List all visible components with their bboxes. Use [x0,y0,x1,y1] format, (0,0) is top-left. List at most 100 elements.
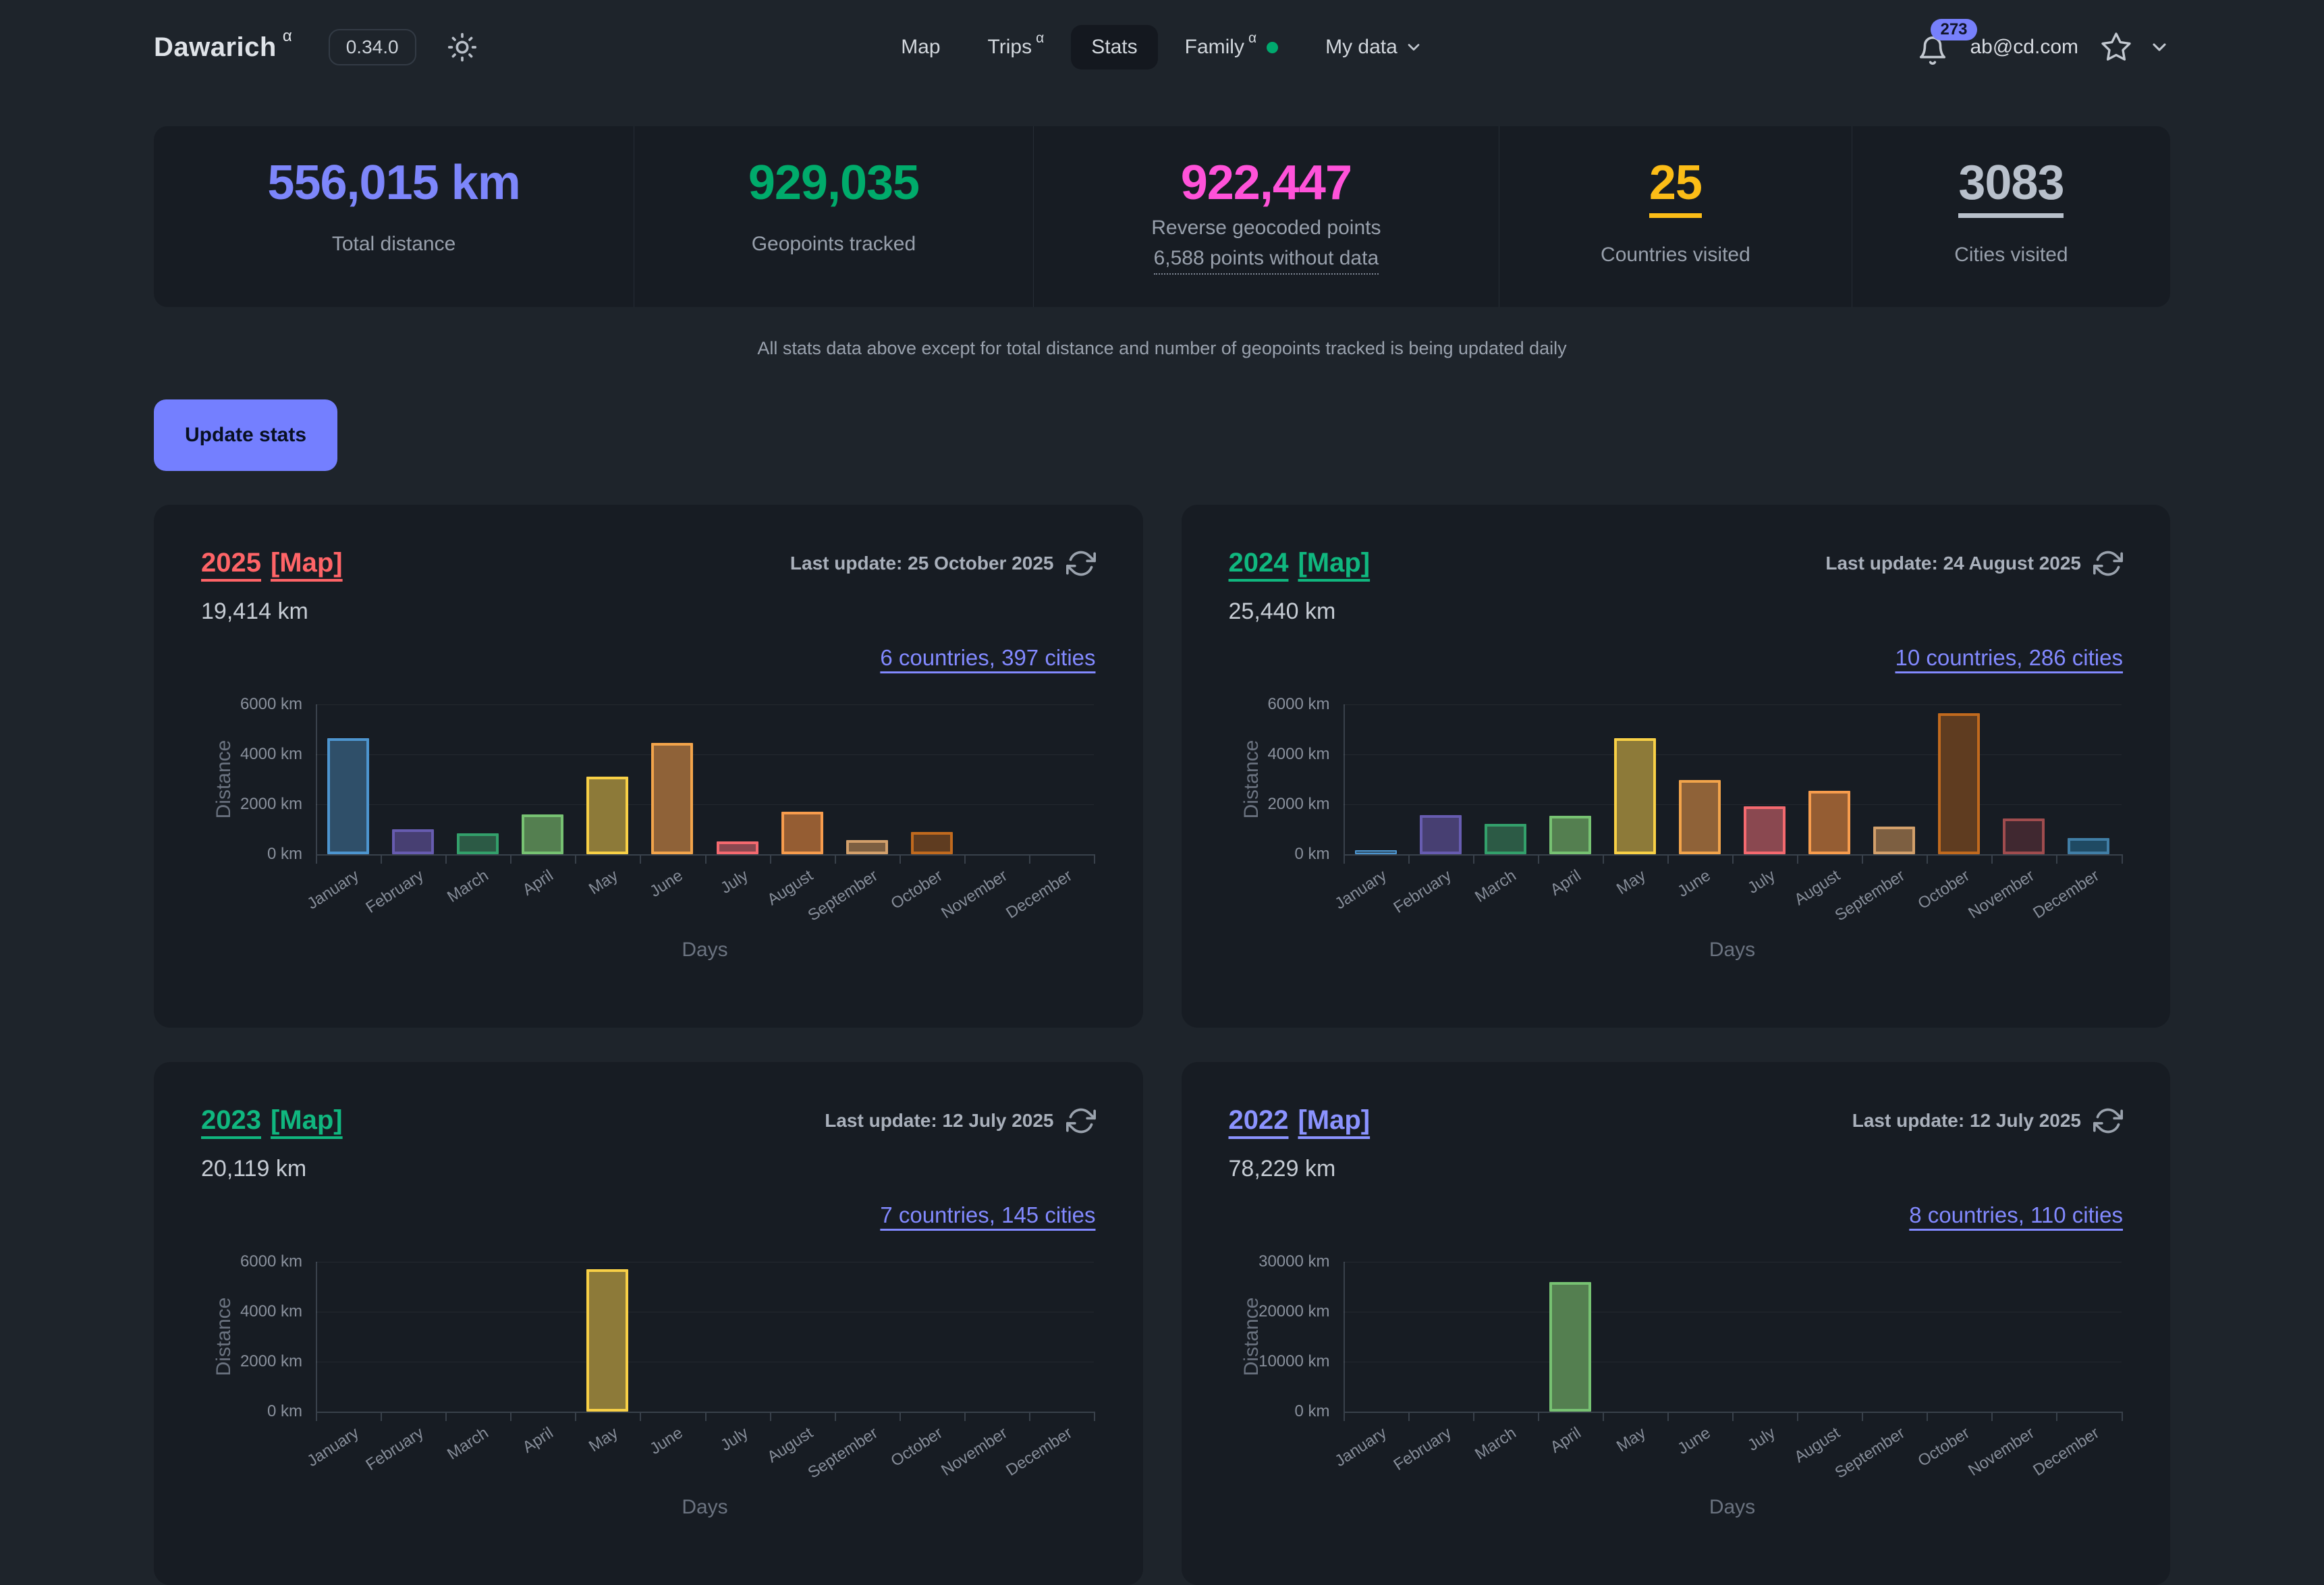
x-axis-tick [1029,1413,1030,1421]
update-stats-button[interactable]: Update stats [154,399,337,471]
x-axis-tick [1344,1413,1345,1421]
x-axis-label-june: June [647,1424,687,1459]
stat-value: 556,015 km [267,159,520,207]
refresh-button[interactable] [1066,549,1096,578]
notifications-button[interactable]: 273 [1917,28,1948,66]
gridline [1344,804,2122,805]
x-axis-label-november: November [1966,866,2039,923]
x-axis-tick [640,1413,641,1421]
year-link[interactable]: 2023 [201,1105,261,1136]
year-map-link[interactable]: [Map] [1298,1105,1370,1136]
x-axis-tick [770,1413,771,1421]
year-distance: 20,119 km [201,1156,1096,1182]
x-axis-tick [1473,1413,1474,1421]
x-axis-tick [381,856,382,864]
x-axis-label-june: June [1674,866,1714,901]
x-axis-label-may: May [586,1424,621,1456]
bar-july [717,841,758,854]
refresh-button[interactable] [1066,1106,1096,1136]
x-axis-tick [510,856,511,864]
year-card-2024: 2024 [Map] Last update: 24 August 2025 2… [1182,505,2171,1028]
x-axis-label-july: July [1744,866,1779,898]
x-axis-tick [770,856,771,864]
stat-cell-geopoints-tracked: 929,035 Geopoints tracked [634,126,1033,307]
nav-item-family[interactable]: Family α [1165,25,1298,69]
x-axis-title: Days [1709,939,1755,962]
alpha-superscript: α [1248,30,1256,47]
refresh-icon [2093,1106,2123,1136]
x-axis-label-june: June [1674,1424,1714,1459]
nav-item-trips[interactable]: Trips α [968,25,1065,69]
x-axis-tick [1991,856,1993,864]
app-logo[interactable]: Dawarich [154,32,277,63]
gridline [316,754,1094,755]
x-axis-label-may: May [1613,866,1649,899]
alpha-superscript: α [1036,30,1044,47]
x-axis-label-april: April [1547,1424,1585,1457]
countries-cities-link[interactable]: 7 countries, 145 cities [880,1202,1095,1228]
x-axis-tick [2056,856,2057,864]
bar-june [1679,780,1721,854]
x-axis-tick [1603,856,1604,864]
nav-item-my-data[interactable]: My data [1305,25,1443,69]
x-axis-label-april: April [520,1424,557,1457]
x-axis-tick [1603,1413,1604,1421]
stat-cell-total-distance: 556,015 km Total distance [154,126,634,307]
user-menu-toggle[interactable] [2149,36,2170,58]
countries-cities-link[interactable]: 6 countries, 397 cities [880,645,1095,671]
y-axis-title: Distance [1240,740,1263,819]
x-axis-tick [1991,1413,1993,1421]
x-axis-tick [900,856,901,864]
x-axis-label-september: September [1832,1424,1909,1482]
x-axis-tick [2056,1413,2057,1421]
x-axis-label-march: March [1472,866,1520,907]
x-axis-tick [964,1413,966,1421]
user-email[interactable]: ab@cd.com [1970,36,2078,59]
last-update-text: Last update: 25 October 2025 [790,553,1054,574]
stat-label: Countries visited [1499,244,1852,267]
navbar-menu: Map Trips α Stats Family α My data [881,25,1443,69]
gridline [316,704,1094,705]
favorites-button[interactable] [2100,31,2132,63]
bar-october [1938,713,1980,854]
sun-icon [447,32,477,62]
stat-value: 25 [1649,159,1702,218]
x-axis-label-july: July [717,1424,752,1455]
chart-plot-area [1344,1262,2123,1413]
bar-may [1614,738,1656,854]
x-axis-label-september: September [1832,866,1909,925]
x-axis-label-january: January [304,1424,362,1471]
countries-cities-link[interactable]: 10 countries, 286 cities [1895,645,2123,671]
refresh-button[interactable] [2093,549,2123,578]
x-axis-label-march: March [444,1424,492,1464]
year-link[interactable]: 2024 [1229,548,1289,578]
x-axis-tick [575,1413,576,1421]
year-link[interactable]: 2025 [201,548,261,578]
nav-item-stats[interactable]: Stats [1071,25,1157,69]
refresh-button[interactable] [2093,1106,2123,1136]
page: Dawarich α 0.34.0 Map Trips α Stats [154,0,2170,1585]
year-card-2023: 2023 [Map] Last update: 12 July 2025 20,… [154,1062,1143,1585]
year-bar-chart: 0 km2000 km4000 km6000 kmJanuaryFebruary… [201,1235,1096,1532]
stat-value: 3083 [1958,159,2064,218]
theme-toggle[interactable] [447,32,477,62]
bar-august [781,812,823,854]
y-axis-tick-label: 6000 km [201,695,302,714]
nav-item-map[interactable]: Map [881,25,960,69]
year-link[interactable]: 2022 [1229,1105,1289,1136]
y-axis-tick-label: 0 km [201,1402,302,1421]
x-axis-tick [510,1413,511,1421]
x-axis-label-january: January [1331,866,1390,914]
stat-sub-link[interactable]: 6,588 points without data [1154,247,1379,275]
x-axis-label-january: January [304,866,362,914]
x-axis-tick [1473,856,1474,864]
x-axis-title: Days [682,939,727,962]
year-map-link[interactable]: [Map] [271,1105,343,1136]
stat-cell-reverse-geocoded-points: 922,447 Reverse geocoded points 6,588 po… [1033,126,1499,307]
year-map-link[interactable]: [Map] [1298,548,1370,578]
countries-cities-link[interactable]: 8 countries, 110 cities [1909,1202,2123,1228]
x-axis-tick [316,1413,317,1421]
year-map-link[interactable]: [Map] [271,548,343,578]
x-axis-tick [445,1413,447,1421]
x-axis-label-december: December [2030,866,2103,923]
